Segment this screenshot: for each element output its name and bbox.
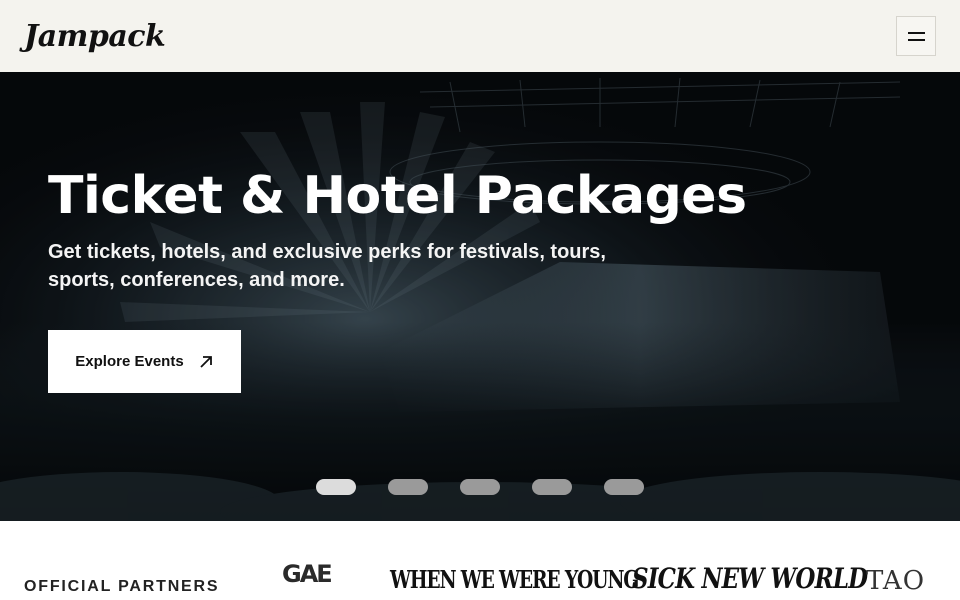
concert-arena-photo: [0, 72, 960, 521]
carousel-dots: [316, 479, 644, 495]
carousel-dot-2[interactable]: [388, 479, 428, 495]
partners-label: OFFICIAL PARTNERS: [24, 578, 220, 595]
partner-logo-when-we-were-young[interactable]: WHEN WE WERE YOUNG: [390, 568, 639, 592]
explore-events-button[interactable]: Explore Events: [48, 330, 241, 393]
hero-title: Ticket & Hotel Packages: [48, 166, 747, 226]
hero-content: Ticket & Hotel Packages Get tickets, hot…: [48, 164, 888, 294]
carousel-dot-4[interactable]: [532, 479, 572, 495]
partner-logo-sick-new-world[interactable]: SICK NEW WORLD: [632, 565, 868, 593]
explore-events-label: Explore Events: [75, 353, 184, 370]
carousel-dot-3[interactable]: [460, 479, 500, 495]
hero-section: Ticket & Hotel Packages Get tickets, hot…: [0, 72, 960, 521]
partner-logo-tao[interactable]: TAO: [866, 568, 925, 594]
hamburger-menu-icon-bar: [907, 38, 925, 41]
carousel-dot-1[interactable]: [316, 479, 356, 495]
hero-subtitle: Get tickets, hotels, and exclusive perks…: [48, 241, 606, 291]
partner-logo-gae-up[interactable]: GAE UP: [282, 562, 334, 586]
official-partners-section: OFFICIAL PARTNERS GAE UP WHEN WE WERE YO…: [0, 521, 960, 600]
hamburger-menu-icon: [907, 31, 925, 34]
menu-button[interactable]: [896, 16, 936, 56]
carousel-dot-5[interactable]: [604, 479, 644, 495]
site-header: Jampack: [0, 0, 960, 72]
jampack-logo[interactable]: Jampack: [24, 19, 166, 54]
arrow-up-right-icon: [200, 355, 212, 368]
